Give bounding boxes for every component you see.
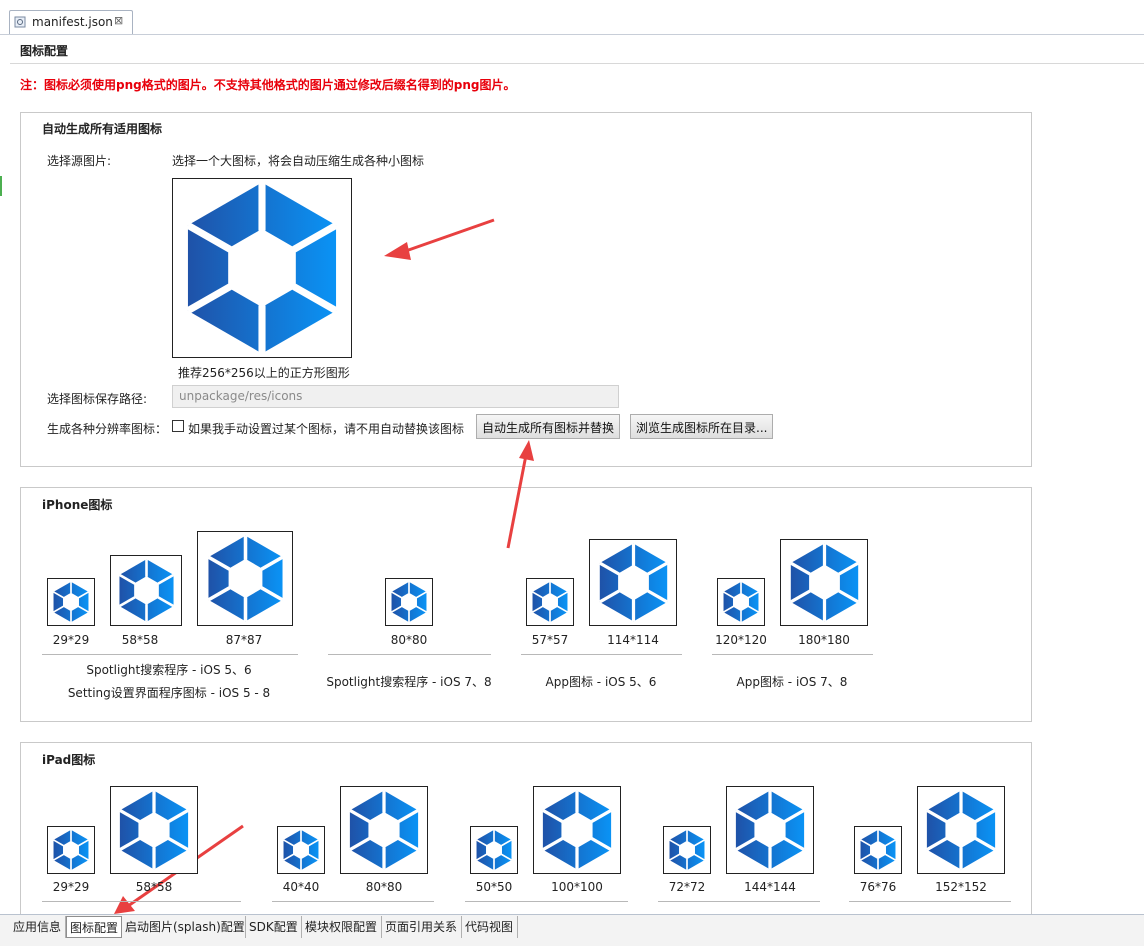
icon-size-label: 29*29 (52, 880, 90, 894)
recommend-text: 推荐256*256以上的正方形图形 (178, 366, 350, 380)
ipad-icon-58x58[interactable] (110, 786, 198, 874)
hexagon-logo-icon (859, 829, 897, 871)
icon-size-label: 144*144 (744, 880, 796, 894)
bottom-tab-3[interactable]: SDK配置 (246, 916, 302, 938)
iphone-icon-120x120[interactable] (717, 578, 765, 626)
group-separator (465, 901, 628, 902)
source-image-preview[interactable] (172, 178, 352, 358)
save-path-label: 选择图标保存路径: (47, 392, 148, 406)
ipad-icon-40x40[interactable] (277, 826, 325, 874)
iphone-icon-80x80[interactable] (385, 578, 433, 626)
ipad-icon-100x100[interactable] (533, 786, 621, 874)
icon-size-label: 29*29 (52, 633, 90, 647)
hexagon-logo-icon (597, 542, 669, 623)
auto-generate-title: 自动生成所有适用图标 (42, 122, 163, 136)
icon-size-label: 58*58 (135, 880, 173, 894)
iphone-icon-29x29[interactable] (47, 578, 95, 626)
hexagon-logo-icon (118, 789, 190, 871)
no-replace-label: 如果我手动设置过某个图标，请不用自动替换该图标 (188, 422, 465, 436)
icon-size-label: 152*152 (935, 880, 987, 894)
ipad-icon-76x76[interactable] (854, 826, 902, 874)
icon-size-label: 87*87 (225, 633, 263, 647)
icon-size-label: 58*58 (121, 633, 159, 647)
source-image-label: 选择源图片: (47, 154, 112, 168)
hexagon-logo-icon (541, 789, 613, 871)
ipad-icon-29x29[interactable] (47, 826, 95, 874)
icon-size-label: 72*72 (668, 880, 706, 894)
ipad-icon-80x80[interactable] (340, 786, 428, 874)
hexagon-logo-icon (390, 581, 428, 623)
icon-group-caption: App图标 - iOS 7、8 (736, 675, 848, 689)
source-image-hint: 选择一个大图标，将会自动压缩生成各种小图标 (172, 154, 425, 168)
bottom-tab-6[interactable]: 代码视图 (462, 916, 518, 938)
iphone-icon-57x57[interactable] (526, 578, 574, 626)
icon-size-label: 40*40 (282, 880, 320, 894)
ipad-section-title: iPad图标 (42, 753, 96, 767)
editor-tab-label: manifest.json (32, 15, 113, 29)
icon-size-label: 80*80 (365, 880, 403, 894)
close-icon[interactable]: ⊠ (114, 14, 123, 27)
iphone-icon-180x180[interactable] (780, 539, 868, 626)
hexagon-logo-icon (734, 789, 806, 871)
icon-size-label: 180*180 (798, 633, 850, 647)
ipad-icon-144x144[interactable] (726, 786, 814, 874)
hexagon-logo-icon (722, 581, 760, 623)
editor-tab-manifest[interactable]: manifest.json ⊠ (9, 10, 133, 34)
page-title: 图标配置 (20, 44, 69, 58)
icon-size-label: 120*120 (715, 633, 767, 647)
hexagon-logo-icon (788, 542, 860, 623)
editor-tab-bar (0, 0, 1144, 34)
left-edge-marker (0, 176, 2, 196)
notice-text: 注：图标必须使用png格式的图片。不支持其他格式的图片通过修改后缀名得到的png… (20, 78, 516, 92)
bottom-tab-4[interactable]: 模块权限配置 (302, 916, 382, 938)
iphone-icon-87x87[interactable] (197, 531, 293, 626)
hexagon-logo-icon (925, 789, 997, 871)
generate-all-button[interactable]: 自动生成所有图标并替换 (476, 414, 621, 439)
icon-size-label: 80*80 (390, 633, 428, 647)
hexagon-logo-icon (206, 534, 284, 623)
icon-size-label: 100*100 (551, 880, 603, 894)
icon-size-label: 76*76 (859, 880, 897, 894)
hexagon-logo-icon (117, 558, 175, 623)
group-separator (42, 901, 241, 902)
title-divider (10, 63, 1144, 64)
icon-size-label: 50*50 (475, 880, 513, 894)
ipad-icon-152x152[interactable] (917, 786, 1005, 874)
icon-group-caption: Setting设置界面程序图标 - iOS 5 - 8 (67, 686, 271, 700)
group-separator (328, 654, 491, 655)
iphone-icon-58x58[interactable] (110, 555, 182, 626)
group-separator (712, 654, 873, 655)
iphone-icon-114x114[interactable] (589, 539, 677, 626)
bottom-tab-2[interactable]: 启动图片(splash)配置 (122, 916, 246, 938)
tab-divider (0, 34, 1144, 35)
ipad-icon-72x72[interactable] (663, 826, 711, 874)
browse-folder-button[interactable]: 浏览生成图标所在目录... (630, 414, 774, 439)
hexagon-logo-icon (52, 581, 90, 623)
bottom-tab-5[interactable]: 页面引用关系 (382, 916, 462, 938)
hexagon-logo-icon (173, 179, 351, 357)
no-replace-checkbox[interactable] (172, 420, 184, 432)
bottom-tab-0[interactable]: 应用信息 (10, 916, 66, 938)
hexagon-logo-icon (475, 829, 513, 871)
group-separator (658, 901, 820, 902)
hexagon-logo-icon (52, 829, 90, 871)
group-separator (272, 901, 434, 902)
bottom-tab-1[interactable]: 图标配置 (66, 916, 122, 938)
iphone-section-title: iPhone图标 (42, 498, 113, 512)
hexagon-logo-icon (348, 789, 420, 871)
icon-size-label: 114*114 (607, 633, 659, 647)
hexagon-logo-icon (282, 829, 320, 871)
hexagon-logo-icon (531, 581, 569, 623)
hexagon-logo-icon (668, 829, 706, 871)
icon-size-label: 57*57 (531, 633, 569, 647)
json-file-icon (14, 16, 26, 28)
save-path-input[interactable]: unpackage/res/icons (172, 385, 619, 408)
icon-group-caption: Spotlight搜索程序 - iOS 5、6 (86, 663, 252, 677)
generate-label: 生成各种分辨率图标： (47, 422, 168, 436)
group-separator (521, 654, 682, 655)
ipad-icon-50x50[interactable] (470, 826, 518, 874)
group-separator (42, 654, 298, 655)
group-separator (849, 901, 1011, 902)
